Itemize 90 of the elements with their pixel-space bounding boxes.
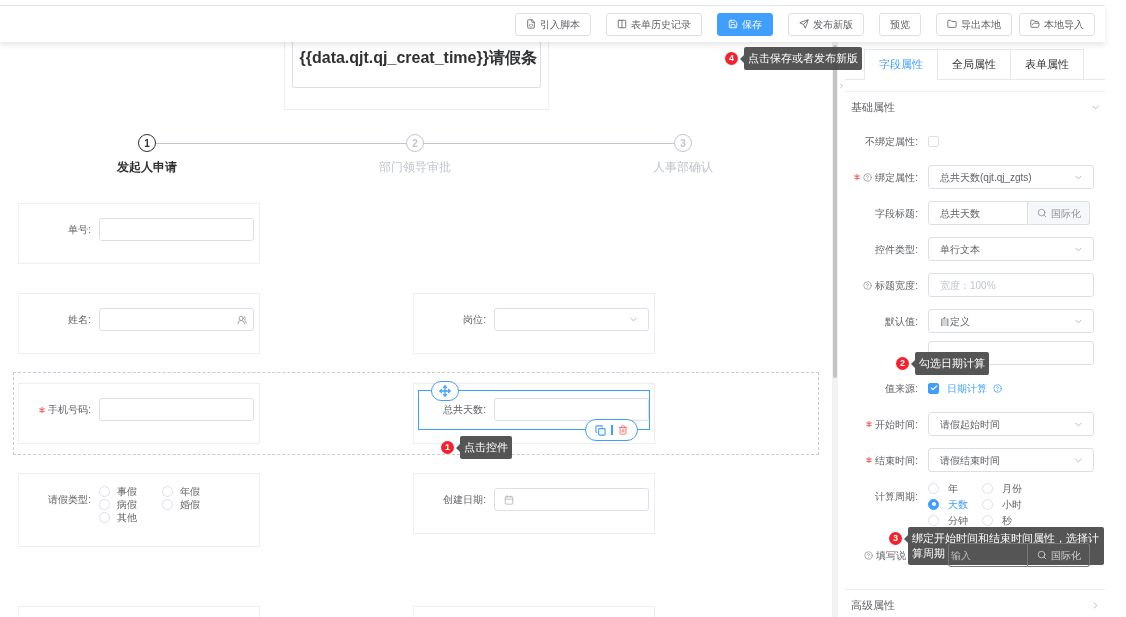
trash-icon[interactable]: [617, 425, 628, 435]
move-icon: [439, 385, 451, 397]
publish-button[interactable]: 发布新版: [788, 12, 864, 36]
step-label: 发起人申请: [117, 159, 177, 175]
field-label: 岗位:: [463, 313, 486, 327]
number-badge: 3: [889, 532, 902, 545]
field-label: 创建日期:: [443, 493, 486, 507]
step-number: 3: [674, 134, 692, 152]
radio-option[interactable]: 婚假: [162, 498, 225, 511]
help-icon[interactable]: [864, 550, 873, 560]
radio-option[interactable]: 年: [928, 480, 982, 496]
move-handle[interactable]: [431, 381, 459, 401]
folder-open-icon: [1030, 19, 1040, 29]
text-input[interactable]: [99, 218, 254, 241]
tooltip-pointer-icon: [456, 443, 460, 452]
guide-tooltip: 勾选日期计算: [915, 352, 989, 375]
form-title: {{data.qjt.qj_creat_time}}请假条: [291, 42, 541, 88]
field-label: 单号:: [68, 223, 91, 237]
field-label: 姓名:: [68, 313, 91, 327]
checkbox[interactable]: [928, 382, 939, 394]
calendar-icon: [504, 494, 514, 505]
date-input[interactable]: [494, 488, 649, 511]
radio-button[interactable]: [928, 498, 939, 510]
text-input[interactable]: [494, 398, 649, 421]
user-picker-field[interactable]: [99, 308, 254, 331]
radio-option[interactable]: 分钟: [928, 512, 982, 528]
select-field[interactable]: 自定义: [928, 309, 1094, 333]
search-icon: [1036, 550, 1047, 560]
radio-option[interactable]: 月份: [982, 480, 1036, 496]
field-label: 填写说: [876, 548, 906, 563]
text-input[interactable]: [99, 398, 254, 421]
text-input[interactable]: 输入: [948, 543, 1028, 567]
select-field[interactable]: 单行文本: [928, 237, 1094, 261]
radio-option[interactable]: 病假: [99, 498, 162, 511]
tooltip-pointer-icon: [740, 54, 744, 63]
field-label: 总共天数:: [443, 403, 486, 417]
check-icon: [929, 384, 938, 392]
field-label: 字段标题:: [875, 206, 918, 221]
file-code-icon: [526, 19, 536, 29]
field-label: 值来源:: [885, 381, 918, 396]
guide-tooltip: 点击保存或者发布新版: [744, 47, 862, 70]
field-label: 不绑定属性:: [865, 134, 918, 149]
field-label: 默认值:: [885, 314, 918, 329]
step-label: 部门领导审批: [379, 159, 451, 175]
select-field[interactable]: [494, 308, 649, 331]
tab[interactable]: 表单属性: [1010, 49, 1084, 80]
number-badge: 4: [725, 52, 738, 65]
field-label: 结束时间:: [875, 453, 918, 468]
script-button[interactable]: 引入脚本: [515, 12, 591, 36]
number-badge: 2: [896, 357, 909, 370]
section-header[interactable]: 基础属性: [845, 92, 1105, 123]
radio-option[interactable]: 年假: [162, 485, 225, 498]
radio-option[interactable]: 其他: [99, 511, 162, 524]
guide-tooltip: 点击控件: [460, 436, 512, 459]
section-header[interactable]: 高级属性: [845, 590, 1105, 617]
radio-option[interactable]: 秒: [982, 512, 1036, 528]
help-icon[interactable]: [863, 172, 873, 182]
import-button[interactable]: 本地导入: [1019, 12, 1095, 36]
help-icon[interactable]: [863, 280, 873, 290]
step-number: 2: [406, 134, 424, 152]
columns-icon: [617, 19, 627, 29]
send-icon: [799, 19, 809, 29]
save-icon: [728, 19, 738, 29]
field-label: 标题宽度:: [875, 278, 918, 293]
field-label: 开始时间:: [875, 417, 918, 432]
text-input[interactable]: 总共天数: [928, 201, 1028, 225]
search-icon: [1036, 208, 1047, 218]
select-field[interactable]: 请假结束时间: [928, 448, 1094, 472]
field-label: 请假类型:: [48, 493, 91, 507]
help-icon[interactable]: [993, 383, 1002, 393]
copy-icon[interactable]: [595, 424, 607, 436]
tooltip-pointer-icon: [911, 359, 915, 368]
field-label: 控件类型:: [875, 242, 918, 257]
select-field[interactable]: 总共天数(qjt.qj_zgts): [928, 165, 1094, 189]
select-field[interactable]: 请假起始时间: [928, 412, 1094, 436]
number-badge: 1: [441, 441, 454, 454]
i18n-button[interactable]: 国际化: [1028, 543, 1090, 567]
history-button[interactable]: 表单历史记录: [606, 12, 702, 36]
field-label: 计算周期:: [875, 489, 918, 504]
users-icon[interactable]: [237, 314, 247, 325]
export-button[interactable]: 导出本地: [936, 12, 1012, 36]
radio-option[interactable]: 小时: [982, 496, 1036, 512]
radio-option[interactable]: 事假: [99, 485, 162, 498]
preview-button[interactable]: 预览: [879, 12, 921, 36]
field-label: 绑定属性:: [875, 170, 918, 185]
chevron-right-icon[interactable]: [838, 82, 845, 90]
step-number: 1: [138, 134, 156, 152]
tab[interactable]: 全局属性: [937, 49, 1011, 80]
field-label: 手机号码:: [48, 403, 91, 417]
folder-icon: [947, 19, 957, 29]
